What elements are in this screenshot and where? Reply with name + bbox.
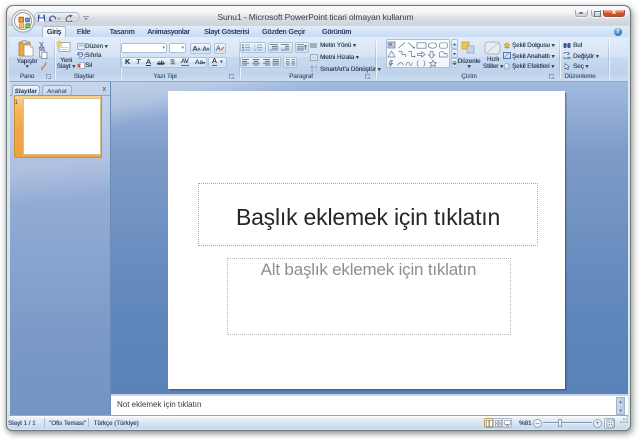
svg-text:2: 2: [254, 48, 256, 51]
svg-text:ab: ab: [567, 55, 572, 59]
svg-text:A: A: [216, 46, 221, 53]
svg-text:1: 1: [254, 44, 256, 48]
